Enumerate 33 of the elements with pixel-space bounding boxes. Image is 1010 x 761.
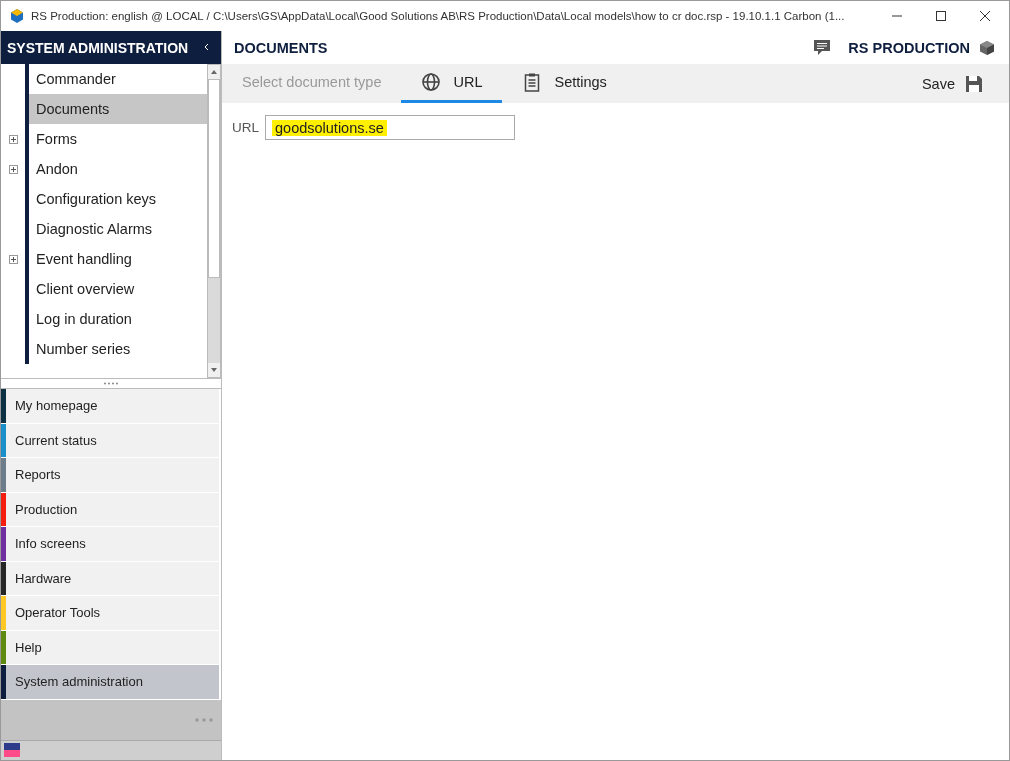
tab[interactable]: URL [401, 64, 503, 103]
close-icon[interactable] [979, 10, 991, 22]
collapse-icon[interactable] [203, 43, 209, 51]
tab[interactable]: Settings [502, 64, 627, 103]
module-item[interactable]: My homepage [1, 389, 219, 424]
module-item[interactable]: Reports [1, 458, 219, 493]
expand-icon[interactable] [9, 254, 18, 264]
chat-icon[interactable] [813, 38, 832, 57]
url-label: URL [232, 120, 259, 135]
splitter-grip-icon[interactable] [103, 382, 119, 385]
tree-item[interactable]: Documents [25, 94, 207, 124]
app-logo-icon [9, 8, 25, 24]
module-item[interactable]: Production [1, 492, 219, 527]
scrollbar[interactable] [207, 64, 221, 378]
save-button[interactable]: Save [911, 64, 1009, 103]
flag-icon[interactable] [4, 742, 20, 757]
module-item[interactable]: Hardware [1, 561, 219, 596]
expand-icon[interactable] [9, 134, 18, 144]
page-title: DOCUMENTS [234, 39, 329, 56]
url-field[interactable]: goodsolutions.se [265, 115, 515, 140]
brand-name: RS PRODUCTION [848, 39, 970, 56]
module-item[interactable]: Info screens [1, 527, 219, 562]
cube-icon [979, 39, 995, 56]
expand-icon[interactable] [9, 164, 18, 174]
maximize-icon[interactable] [935, 10, 947, 22]
save-icon [965, 74, 983, 93]
module-item[interactable]: Current status [1, 423, 219, 458]
sidebar-title: SYSTEM ADMINISTRATION [7, 39, 189, 56]
module-item[interactable]: Help [1, 630, 219, 665]
module-item[interactable]: Operator Tools [1, 596, 219, 631]
globe-icon [421, 72, 442, 92]
window-title: RS Production: english @ LOCAL / C:\Users\GS\AppData\Local\Good Solutions AB\RS Production\Data\Local models\how to cr doc.rsp - 19.10.1.1 Carbon (1... [31, 10, 846, 22]
module-item[interactable]: System administration [1, 665, 219, 700]
